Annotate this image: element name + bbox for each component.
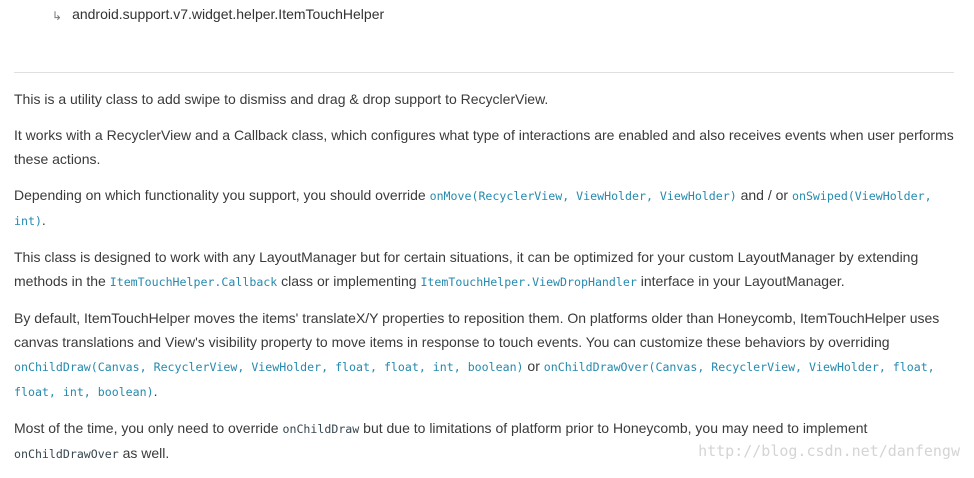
paragraph-text: By default, ItemTouchHelper moves the it… (14, 310, 940, 350)
class-description: This is a utility class to add swipe to … (14, 87, 959, 478)
paragraph-text: and / or (736, 187, 792, 203)
paragraph-text: interface in your LayoutManager. (636, 273, 845, 289)
paragraph-text: class or implementing (277, 273, 421, 289)
class-hierarchy: ↳ android.support.v7.widget.helper.ItemTo… (52, 6, 385, 23)
paragraph-text: or (523, 358, 544, 374)
onchilddraw-method-link[interactable]: onChildDraw(Canvas, RecyclerView, ViewHo… (14, 360, 524, 374)
description-paragraph-1: This is a utility class to add swipe to … (14, 87, 959, 111)
description-paragraph-4: This class is designed to work with any … (14, 245, 959, 294)
paragraph-text: but due to limitations of platform prior… (359, 420, 868, 436)
paragraph-text: . (41, 212, 46, 228)
viewdrophandler-interface-link[interactable]: ItemTouchHelper.ViewDropHandler (420, 275, 636, 289)
description-paragraph-2: It works with a RecyclerView and a Callb… (14, 123, 959, 171)
blog-watermark: http://blog.csdn.net/danfengw (698, 442, 960, 460)
paragraph-text: as well. (118, 445, 170, 461)
class-path: android.support.v7.widget.helper.ItemTou… (72, 6, 385, 22)
paragraph-text: It works with a RecyclerView and a Callb… (14, 127, 954, 167)
description-paragraph-3: Depending on which functionality you sup… (14, 183, 959, 233)
callback-class-link[interactable]: ItemTouchHelper.Callback (110, 275, 278, 289)
paragraph-text: Most of the time, you only need to overr… (14, 420, 283, 436)
section-divider (14, 72, 954, 73)
onchilddrawover-code: onChildDrawOver (14, 447, 119, 461)
paragraph-text: Depending on which functionality you sup… (14, 187, 430, 203)
onchilddraw-code: onChildDraw (282, 422, 360, 436)
paragraph-text: . (153, 383, 158, 399)
description-paragraph-5: By default, ItemTouchHelper moves the it… (14, 306, 959, 404)
inherit-arrow-icon: ↳ (52, 9, 63, 23)
paragraph-text: This is a utility class to add swipe to … (14, 91, 549, 107)
onmove-method-link[interactable]: onMove(RecyclerView, ViewHolder, ViewHol… (430, 189, 737, 203)
